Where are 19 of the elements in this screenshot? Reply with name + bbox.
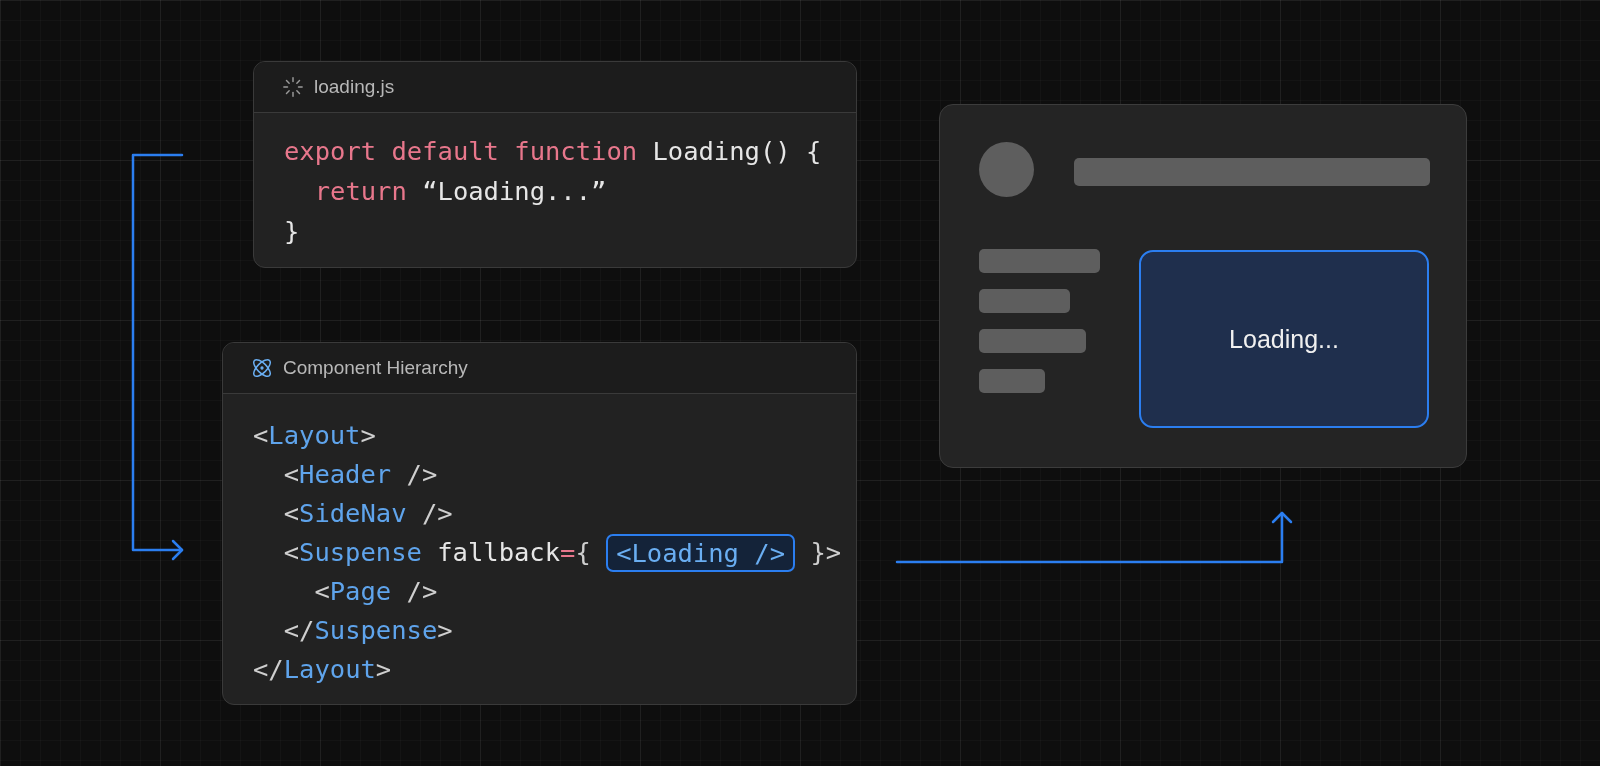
spinner-icon (282, 76, 304, 98)
code-line: <SideNav /> (282, 497, 453, 530)
code-line: </Layout> (253, 653, 392, 686)
avatar-placeholder (979, 142, 1034, 197)
code-line: export default function Loading() { (284, 135, 822, 168)
code-line: <Layout> (253, 419, 376, 452)
code-text: <Suspense fallback={ (282, 536, 592, 569)
atom-icon (251, 357, 273, 379)
skeleton-bar (979, 369, 1045, 393)
code-line: <Page /> (313, 575, 438, 608)
code-line: return “Loading...” (313, 175, 607, 208)
code-line: </Suspense> (282, 614, 453, 647)
card-title: Component Hierarchy (283, 357, 468, 379)
code-text: }> (809, 536, 842, 569)
file-name: loading.js (314, 76, 395, 98)
code-line: <Header /> (282, 458, 438, 491)
highlighted-code: <Loading /> (606, 533, 796, 572)
code-line: } (284, 215, 300, 248)
loading-text: Loading... (1229, 324, 1339, 354)
